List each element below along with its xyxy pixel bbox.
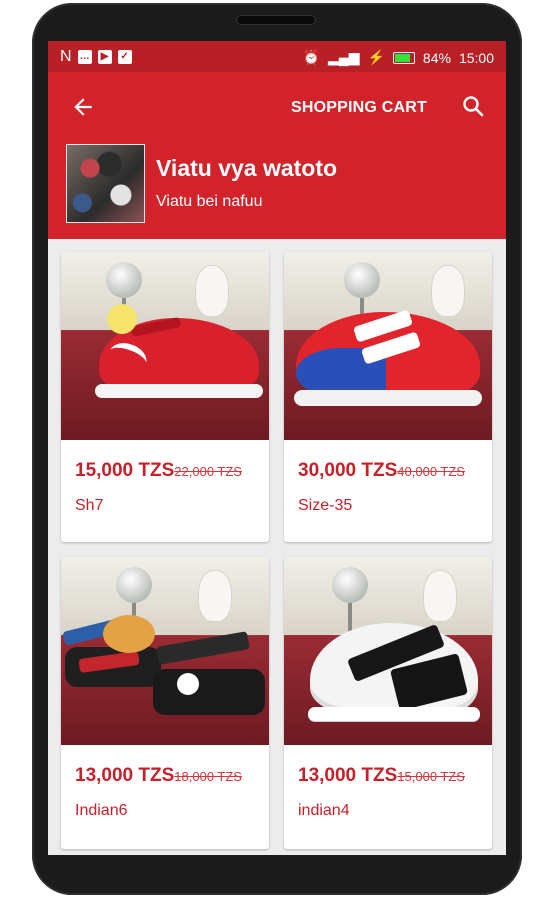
phone-speaker <box>237 16 315 24</box>
store-name: Viatu vya watoto <box>156 155 338 181</box>
product-card[interactable]: 30,000 TZS40,000 TZS Size-35 <box>284 252 492 542</box>
n-icon: N <box>60 48 72 65</box>
status-bar: N … ▶ ✓ ⏰ ▂▄▆ ⚡ 84% 15:00 <box>48 41 506 72</box>
product-image <box>284 252 492 440</box>
product-name: Sh7 <box>75 497 104 514</box>
search-icon[interactable] <box>461 94 485 118</box>
product-image <box>61 252 269 440</box>
product-price: 15,000 TZS <box>75 460 175 481</box>
youtube-icon: ▶ <box>97 50 112 64</box>
alarm-icon: ⏰ <box>302 49 321 65</box>
product-image <box>284 557 492 745</box>
check-icon: ✓ <box>117 50 132 64</box>
product-old-price: 18,000 TZS <box>174 769 242 784</box>
product-card[interactable]: 13,000 TZS15,000 TZS indian4 <box>284 557 492 849</box>
notification-icons: N … ▶ ✓ <box>60 48 132 66</box>
charging-icon: ⚡ <box>367 49 385 65</box>
system-status: ⏰ ▂▄▆ ⚡ 84% 15:00 <box>303 49 494 66</box>
battery-icon <box>392 51 415 64</box>
product-old-price: 15,000 TZS <box>397 769 465 784</box>
product-price: 30,000 TZS <box>298 460 398 481</box>
product-price: 13,000 TZS <box>298 765 398 786</box>
product-card[interactable]: 13,000 TZS18,000 TZS Indian6 <box>61 557 269 849</box>
phone-frame: N … ▶ ✓ ⏰ ▂▄▆ ⚡ 84% 15:00 SHOPPING CART <box>32 3 522 895</box>
product-price: 13,000 TZS <box>75 765 175 786</box>
product-name: Size-35 <box>298 497 353 514</box>
chat-icon: … <box>77 50 92 64</box>
arrow-left-icon[interactable] <box>70 94 96 124</box>
app-screen: N … ▶ ✓ ⏰ ▂▄▆ ⚡ 84% 15:00 SHOPPING CART <box>48 41 506 855</box>
app-toolbar: SHOPPING CART Viatu vya watoto Viatu bei… <box>48 72 506 239</box>
product-old-price: 22,000 TZS <box>174 464 242 479</box>
product-name: Indian6 <box>75 802 128 819</box>
shopping-cart-button[interactable]: SHOPPING CART <box>291 99 427 117</box>
product-image <box>61 557 269 745</box>
battery-percent: 84% <box>422 49 451 66</box>
product-card[interactable]: 15,000 TZS22,000 TZS Sh7 <box>61 252 269 542</box>
product-old-price: 40,000 TZS <box>397 464 465 479</box>
store-subtitle: Viatu bei nafuu <box>156 193 263 210</box>
clock: 15:00 <box>458 49 494 66</box>
store-logo <box>66 144 145 223</box>
signal-icon: ▂▄▆ <box>328 49 360 65</box>
product-name: indian4 <box>298 802 350 819</box>
